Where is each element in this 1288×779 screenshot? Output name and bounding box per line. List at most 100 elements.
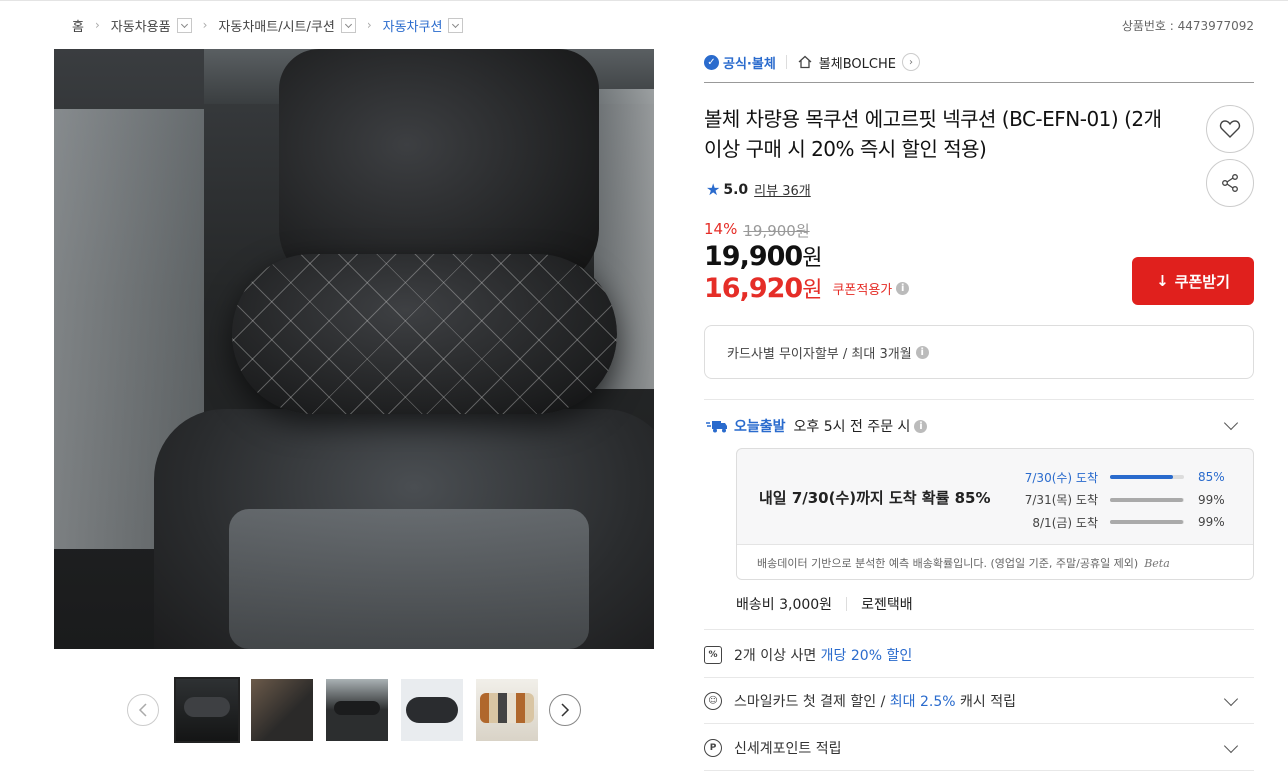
probability-bar-fill (1110, 520, 1184, 525)
installment-info[interactable]: 카드사별 무이자할부 / 최대 3개월 i (704, 325, 1254, 379)
divider (704, 399, 1254, 400)
smile-card-prefix: 스마일카드 첫 결제 할인 / (734, 694, 886, 710)
coupon-price-label: 쿠폰적용가 (832, 282, 893, 298)
divider (785, 55, 787, 69)
thumbnail-2[interactable] (251, 679, 313, 741)
probability-bar (1110, 475, 1184, 480)
official-label: 공식·볼체 (723, 56, 776, 72)
coupon-price: 16,920 원 쿠폰적용가 i (704, 272, 910, 304)
shinsegae-point-benefit[interactable]: P 신세계포인트 적립 (704, 738, 1254, 758)
dispatch-cutoff: 오후 5시 전 주문 시 (793, 419, 911, 435)
coupon-price-unit: 원 (802, 278, 823, 303)
coupon-price-value: 16,920 (704, 272, 803, 304)
delivery-percent: 99% (1198, 515, 1225, 530)
today-dispatch-badge: 오늘출발 (734, 419, 786, 435)
info-icon[interactable]: i (896, 281, 910, 295)
share-button[interactable] (1206, 159, 1254, 207)
store-link[interactable]: 볼체BOLCHE › (797, 53, 920, 72)
rating-summary: ★ 5.0 리뷰 36개 (706, 180, 811, 199)
thumbnail-1[interactable] (174, 677, 240, 743)
wishlist-button[interactable] (1206, 105, 1254, 153)
breadcrumb-item-category1[interactable]: 자동차용품 (111, 16, 192, 35)
delivery-probability-row: 7/31(목) 도착 99% (1022, 489, 1225, 512)
share-icon (1222, 174, 1238, 192)
delivery-note-text: 배송데이터 기반으로 분석한 예측 배송확률입니다. (영업일 기준, 주말/공… (757, 557, 1139, 570)
breadcrumb-separator: › (94, 18, 100, 32)
thumbnail-4[interactable] (401, 679, 463, 741)
chevron-down-icon[interactable] (1223, 415, 1239, 431)
sale-price-value: 19,900 (704, 241, 803, 272)
info-icon[interactable]: i (914, 419, 928, 433)
discount-rate: 14% (704, 220, 738, 238)
installment-label: 카드사별 무이자할부 / 최대 3개월 (727, 346, 912, 362)
official-badge-icon: ✓ (704, 54, 719, 70)
multi-buy-discount: % 2개 이상 사면 개당 20% 할인 (704, 645, 1254, 665)
truck-icon (706, 421, 727, 433)
divider (704, 677, 1254, 678)
multi-buy-prefix: 2개 이상 사면 (734, 648, 817, 664)
shipping-fee: 배송비 3,000원 (736, 597, 833, 613)
probability-bar (1110, 497, 1184, 502)
delivery-note: 배송데이터 기반으로 분석한 예측 배송확률입니다. (영업일 기준, 주말/공… (737, 544, 1253, 579)
breadcrumb-label: 자동차용품 (110, 19, 171, 35)
thumbnail-next-button[interactable] (549, 694, 581, 726)
chevron-down-icon[interactable] (340, 17, 356, 33)
star-icon: ★ (706, 180, 721, 199)
delivery-probability-list: 7/30(수) 도착 85% 7/31(목) 도착 99% 8/1(금) 도착 99% (1022, 466, 1225, 534)
heart-icon (1219, 120, 1241, 138)
rating-score: 5.0 (723, 181, 749, 198)
chevron-down-icon[interactable] (176, 17, 192, 33)
thumbnail-5[interactable] (476, 679, 538, 741)
main-product-image[interactable] (54, 49, 654, 649)
coupon-button-label: 쿠폰받기 (1174, 272, 1230, 291)
carrier-name: 로젠택배 (861, 597, 913, 613)
divider (846, 597, 848, 611)
breadcrumb-label: 자동차매트/시트/쿠션 (218, 19, 335, 35)
product-number: 상품번호 : 4473977092 (1121, 19, 1254, 33)
delivery-date: 7/30(수) 도착 (1024, 470, 1098, 485)
neck-pillow (232, 254, 617, 414)
delivery-probability-box: 내일 7/30(수)까지 도착 확률 85% 7/30(수) 도착 85% 7/31… (736, 448, 1254, 580)
thumbnail-prev-button[interactable] (127, 694, 159, 726)
chevron-down-icon[interactable] (1223, 738, 1239, 754)
smile-card-highlight: 최대 2.5% (889, 694, 956, 710)
review-link[interactable]: 리뷰 36개 (754, 180, 811, 199)
beta-label: Beta (1144, 556, 1170, 570)
probability-bar-fill (1110, 475, 1173, 480)
chevron-right-icon: › (901, 53, 920, 71)
delivery-date: 7/31(목) 도착 (1024, 493, 1098, 508)
sale-price: 19,900원 (704, 240, 822, 272)
delivery-percent: 99% (1198, 492, 1225, 507)
price-unit: 원 (802, 246, 822, 271)
breadcrumb-separator: › (202, 18, 208, 32)
download-icon: ↓ (1156, 272, 1169, 290)
breadcrumb-home[interactable]: 홈 (72, 16, 84, 35)
shinsegae-label: 신세계포인트 적립 (734, 741, 842, 757)
get-coupon-button[interactable]: ↓ 쿠폰받기 (1132, 257, 1254, 305)
shipping-info: 배송비 3,000원 로젠택배 (736, 594, 913, 614)
smile-card-suffix: 캐시 적립 (960, 694, 1016, 710)
breadcrumb-separator: › (366, 18, 372, 32)
breadcrumb-item-category3[interactable]: 자동차쿠션 (383, 16, 464, 35)
smile-card-benefit[interactable]: ☺ 스마일카드 첫 결제 할인 / 최대 2.5% 캐시 적립 (704, 691, 1254, 711)
seller-row: ✓ 공식·볼체 볼체BOLCHE › (704, 52, 920, 72)
divider (704, 770, 1254, 771)
probability-bar-fill (1110, 497, 1184, 502)
multi-buy-highlight: 개당 20% 할인 (820, 648, 913, 664)
delivery-probability-row: 7/30(수) 도착 85% (1022, 466, 1225, 489)
divider (704, 82, 1254, 83)
chevron-down-icon[interactable] (448, 17, 464, 33)
delivery-probability-row: 8/1(금) 도착 99% (1022, 511, 1225, 534)
today-dispatch-row[interactable]: 오늘출발 오후 5시 전 주문 시 i (706, 415, 1254, 436)
probability-bar (1110, 520, 1184, 525)
delivery-percent: 85% (1198, 470, 1225, 485)
chevron-right-icon (561, 703, 570, 717)
breadcrumb-item-category2[interactable]: 자동차매트/시트/쿠션 (218, 16, 356, 35)
smile-icon: ☺ (704, 692, 722, 710)
chevron-down-icon[interactable] (1223, 691, 1239, 707)
divider (704, 723, 1254, 724)
thumbnail-3[interactable] (326, 679, 388, 741)
product-title: 볼체 차량용 목쿠션 에고르핏 넥쿠션 (BC-EFN-01) (2개 이상 구… (704, 107, 1162, 161)
official-store-badge[interactable]: ✓ 공식·볼체 (704, 53, 776, 72)
info-icon[interactable]: i (915, 345, 929, 359)
